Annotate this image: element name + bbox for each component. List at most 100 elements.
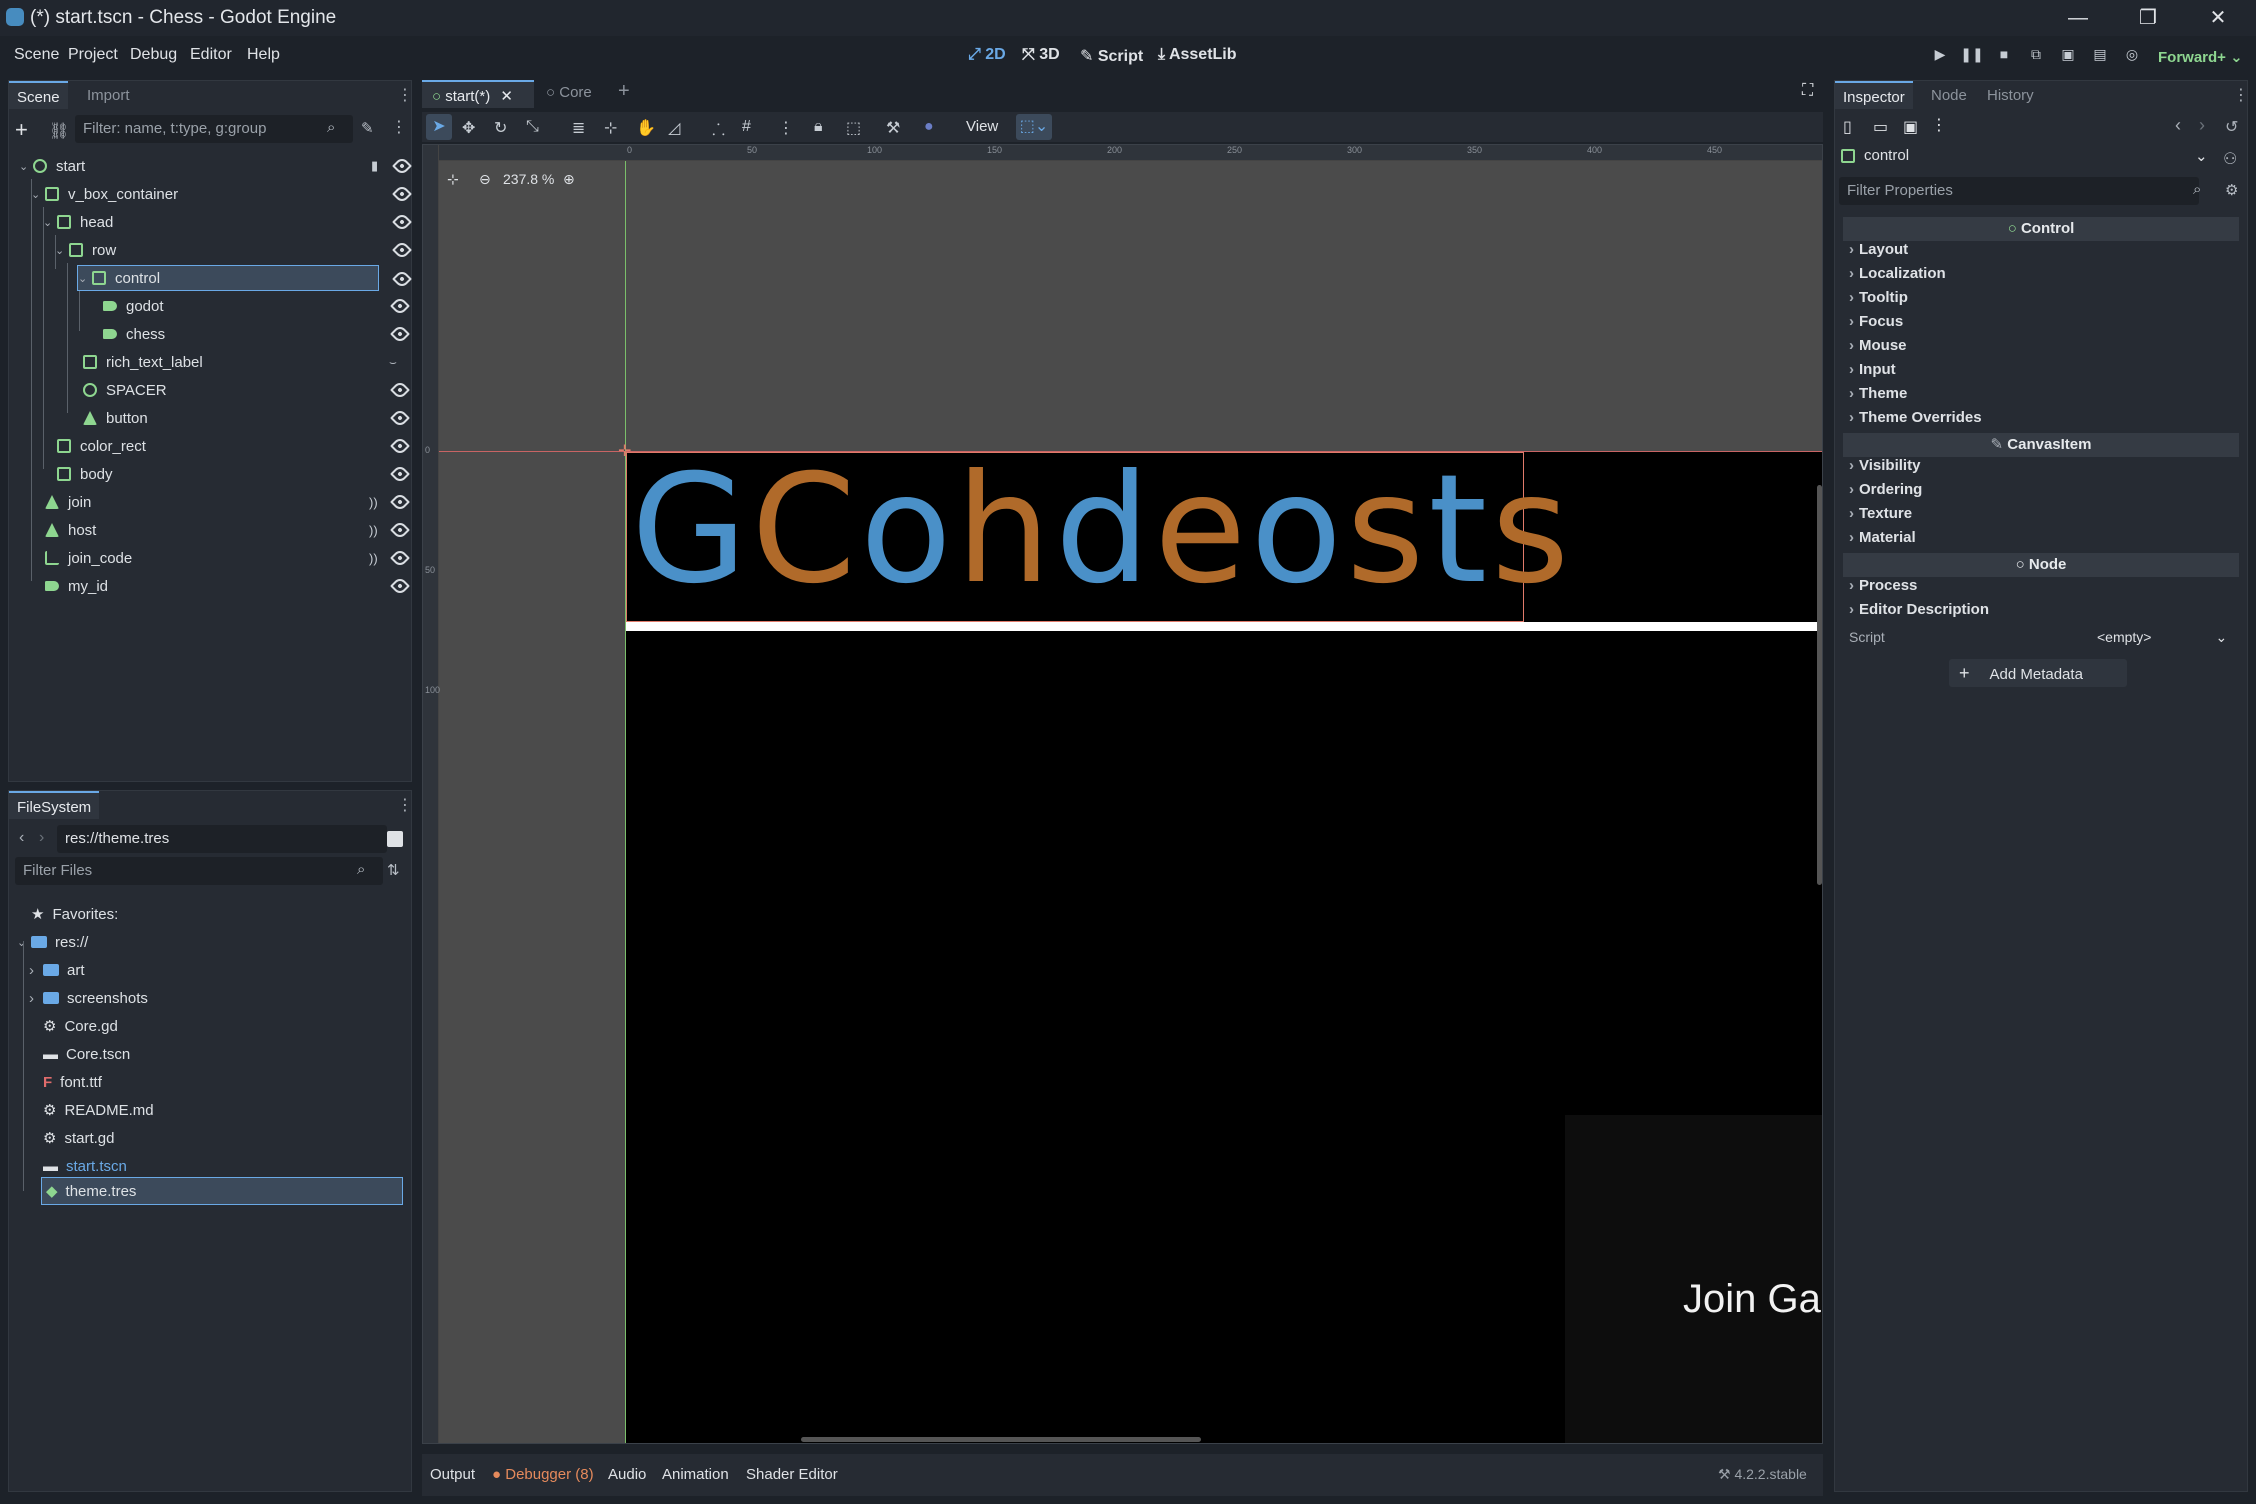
tree-node-rich-text-label[interactable]: rich_text_label ⌣ [83, 349, 397, 375]
resource-menu-icon[interactable]: ⋮ [1931, 115, 1947, 135]
new-resource-icon[interactable]: ▯ [1843, 117, 1852, 137]
prop-group-theme[interactable]: Theme [1849, 385, 1907, 402]
tab-output[interactable]: Output [430, 1466, 475, 1483]
menu-editor[interactable]: Editor [190, 46, 232, 64]
property-settings-icon[interactable]: ⚙ [2225, 181, 2238, 199]
remote-debug-icon[interactable]: ⧉ [2024, 46, 2048, 68]
lock-icon[interactable]: 🔒︎ [814, 118, 823, 136]
fs-item-core-tscn[interactable]: ▬ Core.tscn [43, 1041, 130, 1067]
split-mode-icon[interactable] [387, 831, 403, 847]
center-view-icon[interactable]: ⊹ [447, 171, 459, 188]
attach-script-icon[interactable]: ✎ [361, 119, 374, 137]
mode-assetlib-button[interactable]: ⤓ AssetLib [1158, 46, 1237, 64]
tree-node-godot[interactable]: godot [103, 293, 410, 319]
play-scene-button[interactable]: ▣ [2056, 46, 2080, 68]
play-custom-scene-button[interactable]: ▤ [2088, 46, 2112, 68]
tab-node[interactable]: Node [1923, 85, 1975, 106]
list-select-icon[interactable]: ≣ [572, 118, 585, 138]
menu-debug[interactable]: Debug [130, 46, 177, 64]
forward-arrow-icon[interactable]: › [39, 829, 44, 847]
prop-group-tooltip[interactable]: Tooltip [1849, 289, 1908, 306]
menu-project[interactable]: Project [68, 46, 118, 64]
select-tool-icon[interactable]: ➤ [426, 114, 452, 140]
prop-group-input[interactable]: Input [1849, 361, 1896, 378]
signal-icon[interactable]: )) [369, 495, 378, 510]
transform-dropdown-icon[interactable]: ⬚⌄ [1016, 114, 1052, 140]
add-tab-button[interactable]: + [618, 80, 630, 103]
hidden-eye-icon[interactable]: ⌣ [389, 355, 397, 370]
group-icon[interactable]: ⬚ [846, 118, 861, 138]
fs-item-start-tscn[interactable]: ▬ start.tscn [43, 1153, 127, 1179]
filter-files-input[interactable]: Filter Files [15, 857, 383, 885]
history-back-icon[interactable]: ‹ [2175, 115, 2181, 136]
history-forward-icon[interactable]: › [2199, 115, 2205, 136]
zoom-out-button[interactable]: ⊖ [479, 171, 491, 188]
tree-node-join-code[interactable]: join_code )) [45, 545, 410, 571]
dock-menu-icon[interactable]: ⋮ [397, 795, 413, 815]
fs-item-font-ttf[interactable]: Ffont.ttf [43, 1069, 102, 1095]
visibility-eye-icon[interactable] [390, 576, 410, 596]
join-button-panel[interactable]: Join Gar [1565, 1115, 1822, 1443]
grid-snap-icon[interactable]: # [742, 118, 751, 136]
fullscreen-icon[interactable]: ⛶ [1802, 82, 1813, 100]
smart-snap-icon[interactable]: ⸫ [712, 118, 725, 140]
visibility-eye-icon[interactable] [392, 156, 412, 176]
tab-filesystem[interactable]: FileSystem [9, 791, 100, 819]
section-canvasitem[interactable]: ✎ CanvasItem [1843, 433, 2239, 457]
tree-node-chess[interactable]: chess [103, 321, 410, 347]
tree-node-spacer[interactable]: SPACER [83, 377, 410, 403]
res-root-row[interactable]: ⌄ res:// [17, 929, 88, 955]
prop-group-localization[interactable]: Localization [1849, 265, 1946, 282]
visibility-eye-icon[interactable] [390, 324, 410, 344]
scene-filter-input[interactable]: Filter: name, t:type, g:group [75, 115, 353, 143]
visibility-eye-icon[interactable] [392, 269, 412, 289]
menu-help[interactable]: Help [247, 46, 280, 64]
save-resource-icon[interactable]: ▣ [1903, 117, 1918, 137]
zoom-in-button[interactable]: ⊕ [563, 171, 575, 188]
fs-item-art[interactable]: › art [29, 957, 85, 983]
prop-group-focus[interactable]: Focus [1849, 313, 1903, 330]
menu-scene[interactable]: Scene [14, 46, 59, 64]
tree-node-button[interactable]: button [83, 405, 410, 431]
tab-start-scene[interactable]: ○ start(*) ✕ [422, 80, 534, 108]
ruler-tool-icon[interactable]: ◿ [668, 118, 680, 138]
visibility-eye-icon[interactable] [390, 464, 410, 484]
tab-import[interactable]: Import [79, 85, 138, 106]
vertical-scrollbar[interactable] [1817, 485, 1822, 885]
fs-item-start-gd[interactable]: ⚙ start.gd [43, 1125, 114, 1151]
rotate-tool-icon[interactable]: ↻ [494, 118, 507, 138]
add-metadata-button[interactable]: + Add Metadata [1949, 659, 2127, 687]
filter-properties-input[interactable]: Filter Properties [1839, 177, 2199, 205]
control-selection-box[interactable]: GCohdeosts [626, 443, 1569, 622]
tree-node-control[interactable]: ⌄ control [77, 265, 379, 291]
prop-group-visibility[interactable]: Visibility [1849, 457, 1920, 474]
visibility-eye-icon[interactable] [390, 408, 410, 428]
back-arrow-icon[interactable]: ‹ [19, 829, 24, 847]
visibility-eye-icon[interactable] [390, 380, 410, 400]
close-button[interactable]: ✕ [2198, 4, 2238, 32]
scene-menu-icon[interactable]: ⋮ [391, 117, 407, 137]
prop-group-material[interactable]: Material [1849, 529, 1916, 546]
tab-scene[interactable]: Scene [9, 81, 68, 109]
scale-tool-icon[interactable]: ⤡ [526, 118, 539, 136]
sort-icon[interactable]: ⇅ [387, 861, 400, 879]
tab-debugger[interactable]: ● Debugger (8) [492, 1466, 594, 1483]
bone-icon[interactable]: ⚒ [886, 118, 900, 138]
visibility-eye-icon[interactable] [390, 520, 410, 540]
renderer-select[interactable]: Forward+ ⌄ [2158, 48, 2243, 66]
prop-group-ordering[interactable]: Ordering [1849, 481, 1922, 498]
tree-node-row[interactable]: ⌄ row [55, 237, 412, 263]
movie-maker-icon[interactable]: ◎ [2120, 46, 2144, 68]
mode-2d-button[interactable]: ⤢ 2D [968, 46, 1006, 64]
tree-node-color-rect[interactable]: color_rect [57, 433, 410, 459]
canvas-viewport[interactable]: 0 50 100 150 200 250 300 350 400 450 0 5… [422, 144, 1823, 1444]
close-tab-icon[interactable]: ✕ [500, 88, 513, 105]
signal-icon[interactable]: )) [369, 523, 378, 538]
link-icon[interactable]: ⛓ [49, 121, 69, 141]
prop-group-texture[interactable]: Texture [1849, 505, 1912, 522]
signal-icon[interactable]: )) [369, 551, 378, 566]
visibility-eye-icon[interactable] [390, 296, 410, 316]
visibility-eye-icon[interactable] [390, 436, 410, 456]
visibility-eye-icon[interactable] [392, 212, 412, 232]
stop-button[interactable]: ■ [1992, 46, 2016, 68]
